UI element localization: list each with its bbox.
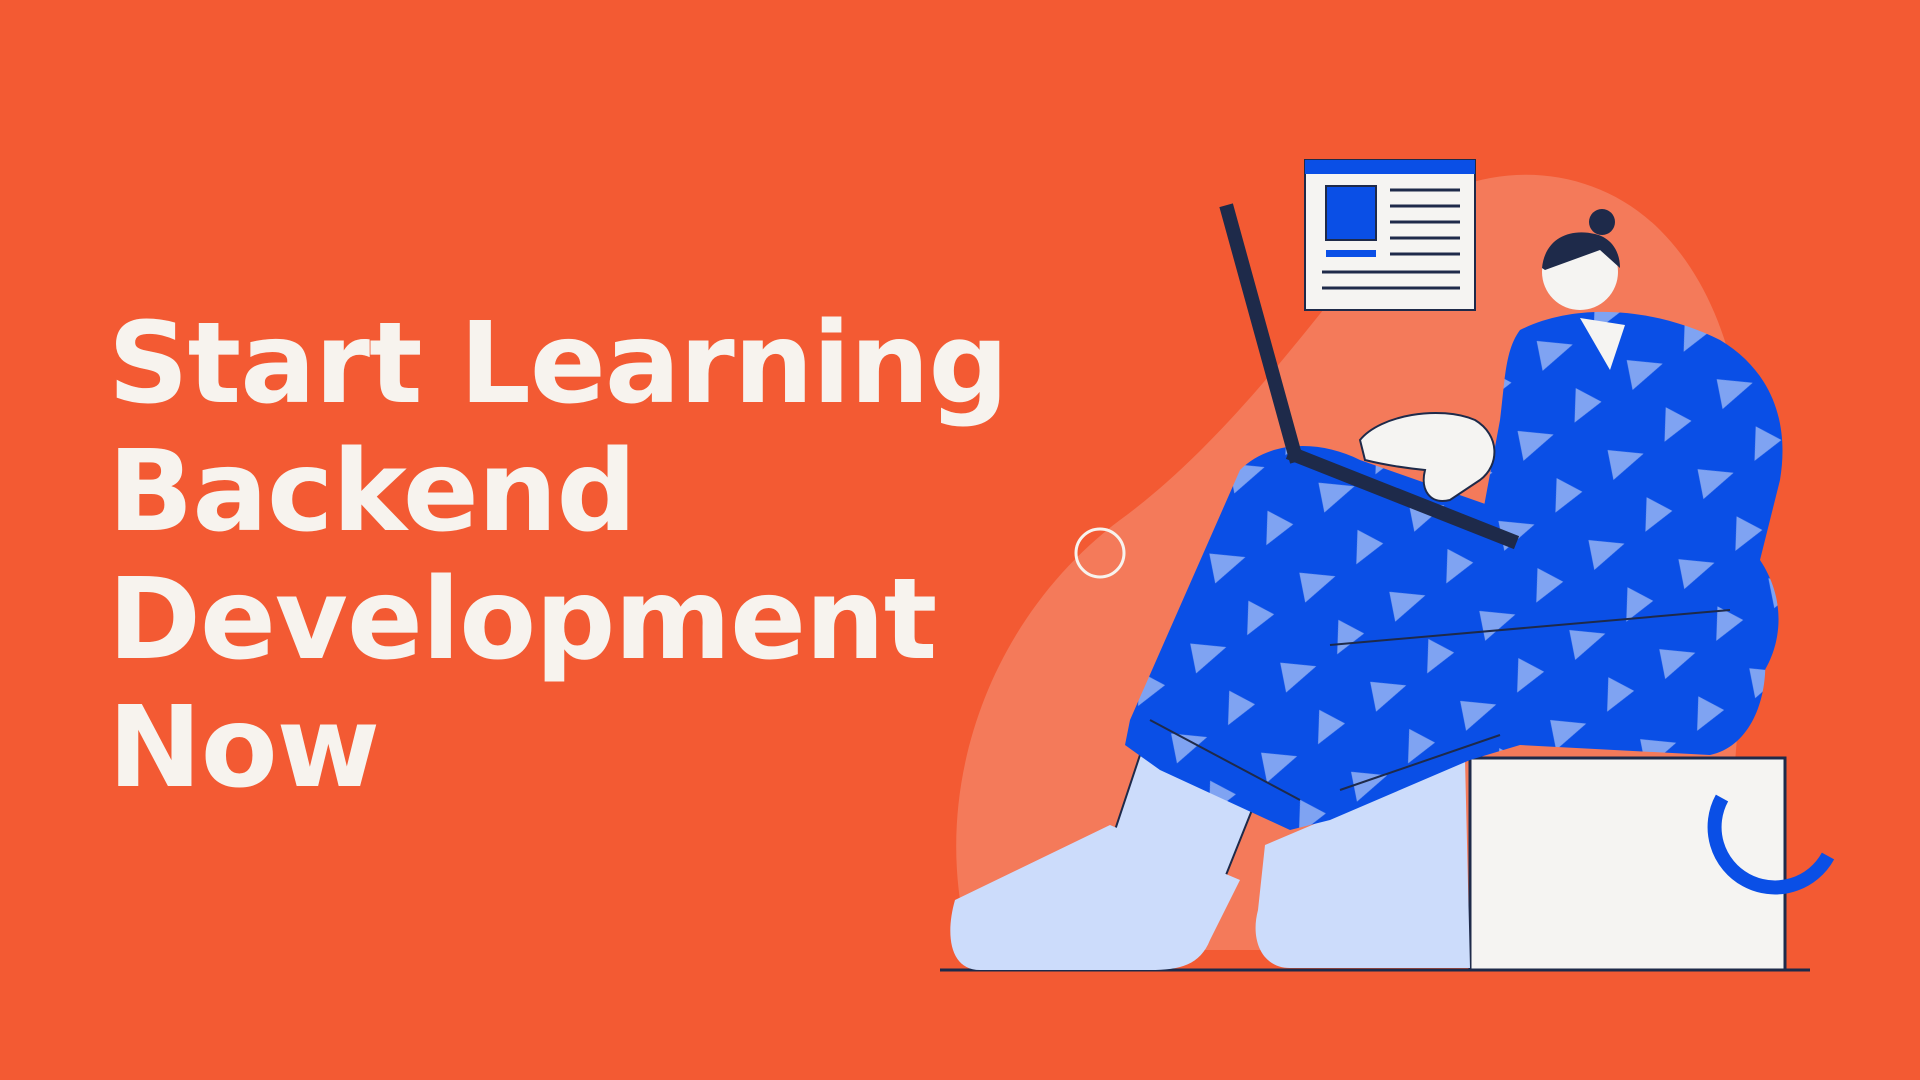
headline: Start Learning Backend Development Now (108, 299, 1009, 813)
headline-line-3: Development (108, 555, 937, 685)
hero-banner: Start Learning Backend Development Now (0, 0, 1920, 1080)
headline-line-1: Start Learning (108, 299, 1009, 429)
headline-line-4: Now (108, 683, 380, 813)
headline-line-2: Backend (108, 427, 637, 557)
browser-window-icon (1304, 159, 1476, 311)
box-seat (1468, 756, 1787, 972)
